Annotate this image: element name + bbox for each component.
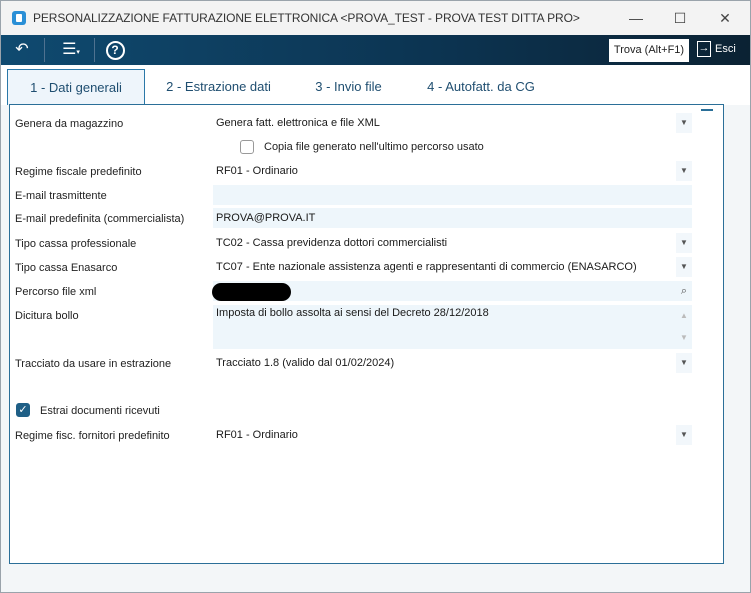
search-icon[interactable]: ⌕ <box>676 281 692 301</box>
cassa-prof-select[interactable]: TC02 - Cassa previdenza dottori commerci… <box>213 233 692 253</box>
tracciato-value: Tracciato 1.8 (valido dal 01/02/2024) <box>216 357 395 369</box>
redacted-path <box>212 283 291 301</box>
maximize-button[interactable]: ☐ <box>665 7 695 29</box>
chevron-down-icon[interactable]: ▼ <box>676 113 692 133</box>
scroll-down-icon[interactable]: ▼ <box>676 327 692 349</box>
menu-icon[interactable]: ☰▾ <box>53 38 89 62</box>
bollo-label: Dicitura bollo <box>15 310 79 322</box>
back-icon[interactable]: ↶ <box>7 38 37 62</box>
chevron-down-icon[interactable]: ▼ <box>676 353 692 373</box>
regime-forn-value: RF01 - Ordinario <box>216 429 298 441</box>
estrai-label: Estrai documenti ricevuti <box>40 405 160 417</box>
estrai-checkbox[interactable]: ✓ <box>16 403 30 417</box>
genera-value: Genera fatt. elettronica e file XML <box>216 117 380 129</box>
tab-dati-generali[interactable]: 1 - Dati generali <box>7 69 145 105</box>
email-comm-input[interactable]: PROVA@PROVA.IT <box>213 208 692 228</box>
tracciato-label: Tracciato da usare in estrazione <box>15 358 172 370</box>
chevron-down-icon[interactable]: ▼ <box>676 233 692 253</box>
tab-invio-file[interactable]: 3 - Invio file <box>296 69 401 105</box>
regime-value: RF01 - Ordinario <box>216 165 298 177</box>
percorso-label: Percorso file xml <box>15 286 97 298</box>
bollo-textarea[interactable]: Imposta di bollo assolta ai sensi del De… <box>213 305 692 349</box>
window-title: PERSONALIZZAZIONE FATTURAZIONE ELETTRONI… <box>33 11 580 25</box>
tab-bar: 1 - Dati generali 2 - Estrazione dati 3 … <box>1 65 750 105</box>
divider <box>44 38 45 62</box>
genera-select[interactable]: Genera fatt. elettronica e file XML ▼ <box>213 113 692 133</box>
email-tx-label: E-mail trasmittente <box>15 190 107 202</box>
email-tx-input[interactable] <box>213 185 692 205</box>
regime-label: Regime fiscale predefinito <box>15 166 142 178</box>
chevron-down-icon[interactable]: ▼ <box>676 425 692 445</box>
collapse-icon[interactable] <box>701 109 713 111</box>
divider <box>94 38 95 62</box>
exit-icon: → <box>697 41 711 58</box>
cassa-prof-value: TC02 - Cassa previdenza dottori commerci… <box>216 237 448 249</box>
tab-autofatt-cg[interactable]: 4 - Autofatt. da CG <box>411 69 551 105</box>
genera-label: Genera da magazzino <box>15 118 124 130</box>
help-icon[interactable]: ? <box>102 38 128 62</box>
email-comm-label: E-mail predefinita (commercialista) <box>15 213 185 225</box>
copia-checkbox[interactable] <box>240 140 254 154</box>
cassa-ena-select[interactable]: TC07 - Ente nazionale assistenza agenti … <box>213 257 692 277</box>
close-button[interactable]: ✕ <box>710 7 740 29</box>
chevron-down-icon[interactable]: ▼ <box>676 257 692 277</box>
chevron-down-icon[interactable]: ▼ <box>676 161 692 181</box>
title-bar: PERSONALIZZAZIONE FATTURAZIONE ELETTRONI… <box>1 1 750 35</box>
cassa-ena-label: Tipo cassa Enasarco <box>15 262 118 274</box>
tab-estrazione-dati[interactable]: 2 - Estrazione dati <box>151 69 286 105</box>
cassa-ena-value: TC07 - Ente nazionale assistenza agenti … <box>216 261 637 273</box>
scroll-up-icon[interactable]: ▲ <box>676 305 692 327</box>
exit-label: Esci <box>715 43 736 55</box>
minimize-button[interactable]: — <box>621 7 651 29</box>
window: PERSONALIZZAZIONE FATTURAZIONE ELETTRONI… <box>0 0 751 593</box>
regime-forn-select[interactable]: RF01 - Ordinario ▼ <box>213 425 692 445</box>
copia-label: Copia file generato nell'ultimo percorso… <box>264 141 484 153</box>
exit-button[interactable]: → Esci <box>697 39 736 59</box>
app-icon <box>12 11 26 25</box>
find-button[interactable]: Trova (Alt+F1) <box>609 39 689 62</box>
regime-forn-label: Regime fisc. fornitori predefinito <box>15 430 170 442</box>
regime-select[interactable]: RF01 - Ordinario ▼ <box>213 161 692 181</box>
cassa-prof-label: Tipo cassa professionale <box>15 238 137 250</box>
tracciato-select[interactable]: Tracciato 1.8 (valido dal 01/02/2024) ▼ <box>213 353 692 373</box>
bollo-value: Imposta di bollo assolta ai sensi del De… <box>216 307 489 319</box>
